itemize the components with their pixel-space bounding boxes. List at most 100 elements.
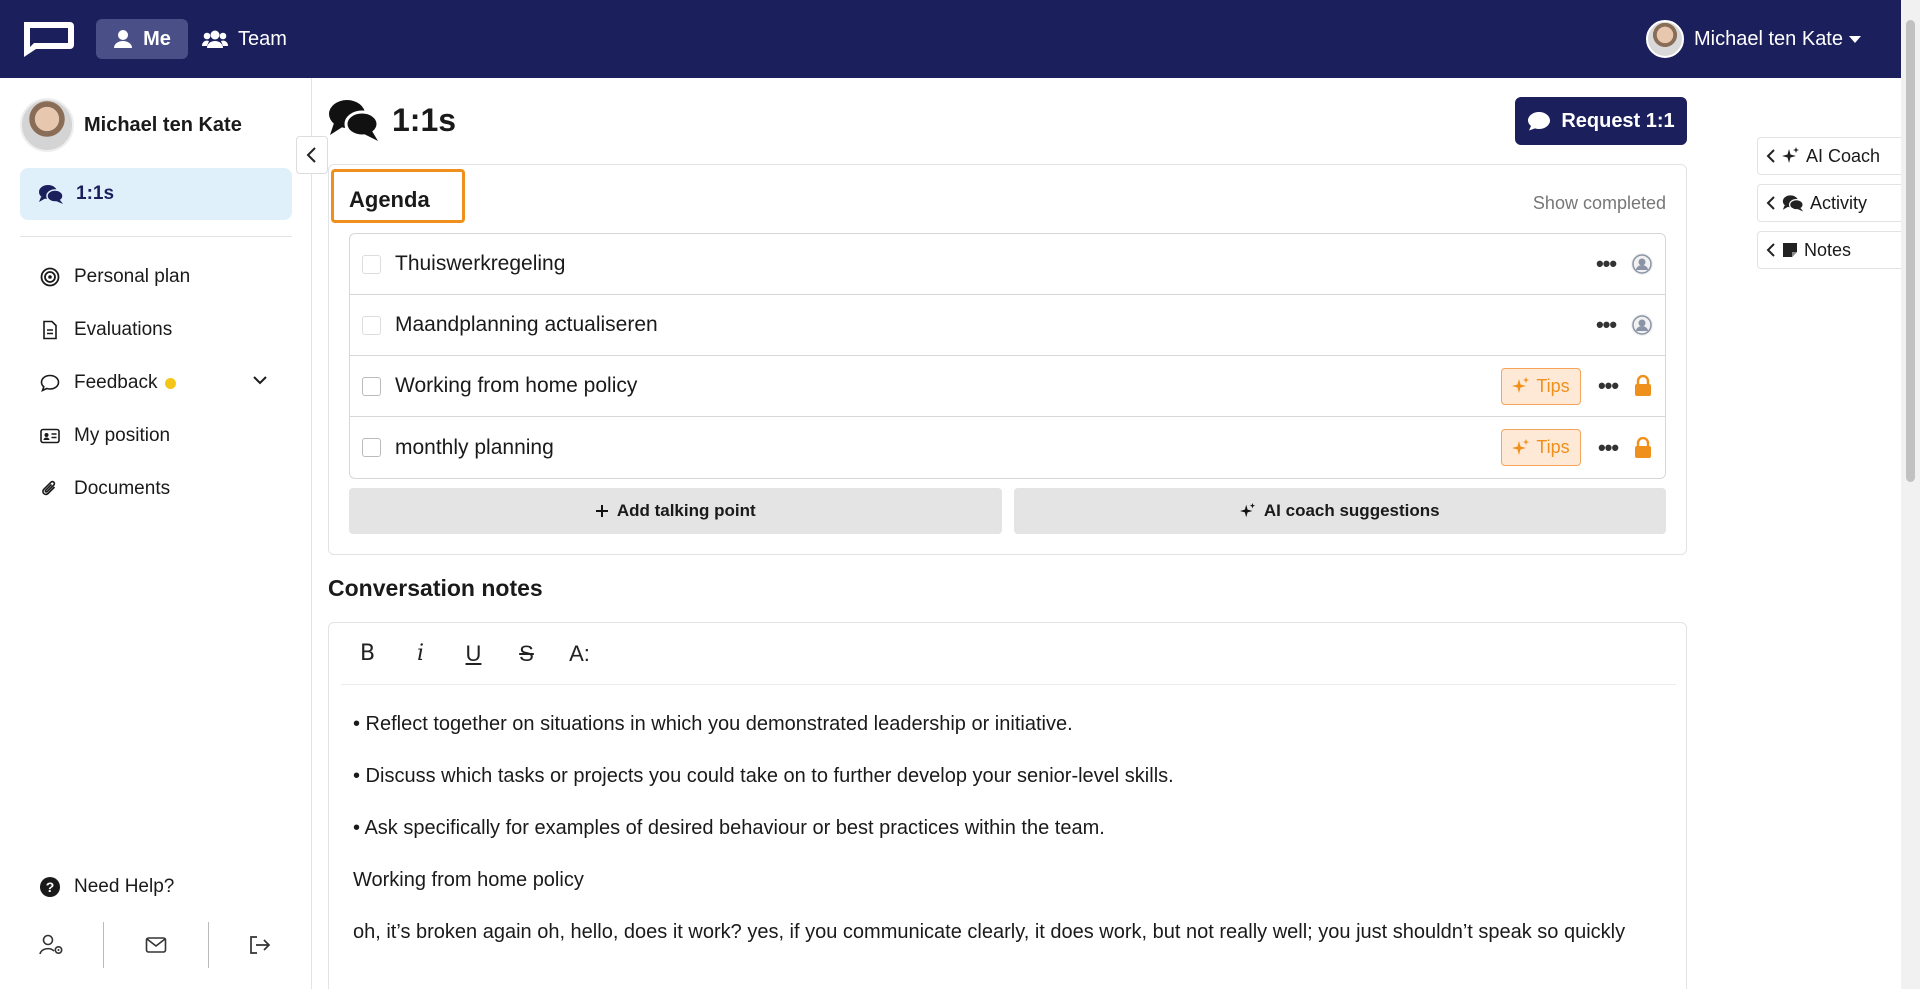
- more-options-icon[interactable]: •••: [1595, 436, 1621, 458]
- text-size-button[interactable]: A:: [553, 641, 606, 667]
- sidebar-item-personal-plan[interactable]: Personal plan: [40, 266, 190, 288]
- chevron-left-icon: [1766, 243, 1775, 257]
- more-options-icon[interactable]: •••: [1593, 314, 1619, 336]
- users-icon: [202, 30, 228, 48]
- underline-icon: U: [465, 640, 482, 666]
- sidebar-item-label: My position: [74, 425, 171, 446]
- agenda-card: Agenda Show completed Thuiswerkregeling …: [328, 164, 1687, 555]
- agenda-title: Agenda: [349, 187, 430, 212]
- lock-icon: [1635, 375, 1651, 396]
- agenda-item-label: Maandplanning actualiseren: [395, 313, 658, 336]
- chevron-down-icon[interactable]: [250, 370, 270, 390]
- note-paragraph: • Discuss which tasks or projects you co…: [353, 765, 1174, 787]
- agenda-item[interactable]: Working from home policy Tips •••: [350, 356, 1665, 417]
- page-scrollbar[interactable]: [1901, 0, 1920, 989]
- strikethrough-icon: S: [519, 640, 534, 666]
- logout-icon: [250, 936, 271, 954]
- note-paragraph: Working from home policy: [353, 869, 584, 891]
- request-1on1-button[interactable]: Request 1:1: [1515, 97, 1687, 145]
- text-size-icon: A:: [569, 640, 590, 666]
- agenda-item[interactable]: Thuiswerkregeling •••: [350, 234, 1665, 295]
- tips-label: Tips: [1536, 375, 1570, 396]
- avatar: [20, 98, 74, 152]
- sidebar-item-label: Feedback: [74, 372, 158, 393]
- page-header: 1:1s: [328, 98, 456, 142]
- ai-coach-suggestions-label: AI coach suggestions: [1263, 501, 1440, 520]
- editor-content[interactable]: • Reflect together on situations in whic…: [353, 711, 1663, 971]
- sidebar-item-1on1s[interactable]: 1:1s: [20, 168, 292, 220]
- tab-ai-coach[interactable]: AI Coach: [1757, 137, 1901, 175]
- sidebar-item-documents[interactable]: Documents: [40, 478, 170, 500]
- envelope-icon: [145, 937, 167, 953]
- tab-activity[interactable]: Activity: [1757, 184, 1901, 222]
- tips-button[interactable]: Tips: [1501, 429, 1581, 466]
- need-help-link[interactable]: ? Need Help?: [40, 876, 174, 898]
- sidebar-item-feedback[interactable]: Feedback: [40, 372, 177, 394]
- agenda-item-checkbox[interactable]: [362, 315, 381, 335]
- agenda-item-label: monthly planning: [395, 435, 554, 459]
- nav-me-tab[interactable]: Me: [96, 19, 188, 59]
- sidebar-item-label: 1:1s: [76, 183, 115, 204]
- avatar: [1646, 20, 1685, 58]
- ai-coach-suggestions-button[interactable]: AI coach suggestions: [1013, 488, 1666, 534]
- tab-label: Notes: [1804, 239, 1852, 260]
- agenda-item[interactable]: Maandplanning actualiseren •••: [350, 295, 1665, 356]
- tab-notes[interactable]: Notes: [1757, 231, 1901, 269]
- show-completed-link[interactable]: Show completed: [1533, 193, 1666, 214]
- sidebar-item-label: Evaluations: [74, 319, 173, 340]
- sparkles-icon: [1239, 503, 1256, 518]
- sparkles-icon: [1512, 438, 1530, 455]
- agenda-item-checkbox[interactable]: [362, 438, 381, 457]
- nav-team-tab[interactable]: Team: [202, 19, 287, 59]
- agenda-actions: Add talking point AI coach suggestions: [349, 488, 1666, 534]
- bold-icon: B: [359, 641, 376, 666]
- tab-label: Activity: [1810, 192, 1868, 213]
- target-icon: [40, 267, 60, 287]
- logout-button[interactable]: [209, 922, 312, 968]
- nav-me-label: Me: [143, 27, 171, 50]
- agenda-item[interactable]: monthly planning Tips •••: [350, 417, 1665, 478]
- conversation-notes-title: Conversation notes: [328, 575, 543, 601]
- sparkles-icon: [1782, 147, 1799, 163]
- add-talking-point-button[interactable]: Add talking point: [349, 488, 1002, 534]
- agenda-item-label: Thuiswerkregeling: [395, 252, 566, 275]
- app-logo-icon[interactable]: [18, 19, 76, 59]
- top-bar: Me Team Michael ten Kate: [0, 0, 1901, 78]
- chat-bubble-icon: [1528, 112, 1551, 131]
- strikethrough-button[interactable]: S: [500, 641, 553, 667]
- chevron-left-icon: [306, 147, 316, 163]
- editor-toolbar: B i U S A:: [341, 623, 1676, 685]
- more-options-icon[interactable]: •••: [1593, 253, 1619, 275]
- italic-button[interactable]: i: [394, 641, 447, 666]
- notes-editor[interactable]: B i U S A: • Reflect together on situati…: [328, 622, 1687, 989]
- sidebar-profile[interactable]: Michael ten Kate: [20, 98, 242, 152]
- user-menu[interactable]: Michael ten Kate: [1646, 14, 1861, 64]
- user-settings-button[interactable]: [0, 922, 105, 968]
- messages-button[interactable]: [104, 922, 209, 968]
- sidebar: Michael ten Kate 1:1s Personal plan Eval…: [0, 78, 312, 989]
- bold-button[interactable]: B: [341, 641, 394, 666]
- caret-down-icon: [1849, 35, 1861, 43]
- agenda-item-label: Working from home policy: [395, 374, 638, 397]
- collapse-sidebar-button[interactable]: [296, 136, 328, 174]
- agenda-item-checkbox[interactable]: [362, 376, 381, 396]
- user-gear-icon: [38, 934, 63, 955]
- sidebar-divider: [20, 236, 292, 237]
- sidebar-item-evaluations[interactable]: Evaluations: [40, 319, 172, 341]
- plus-icon: [595, 505, 608, 517]
- request-1on1-label: Request 1:1: [1561, 109, 1675, 132]
- underline-button[interactable]: U: [447, 641, 500, 667]
- note-paragraph: • Ask specifically for examples of desir…: [353, 817, 1105, 839]
- need-help-label: Need Help?: [74, 876, 175, 897]
- user-icon: [114, 30, 133, 48]
- chat-bubbles-icon: [39, 185, 64, 204]
- page-title: 1:1s: [392, 101, 457, 138]
- document-icon: [43, 320, 57, 340]
- scrollbar-thumb[interactable]: [1906, 20, 1915, 482]
- sidebar-item-my-position[interactable]: My position: [40, 425, 170, 447]
- more-options-icon[interactable]: •••: [1595, 375, 1621, 397]
- add-talking-point-label: Add talking point: [616, 501, 756, 520]
- tips-button[interactable]: Tips: [1501, 367, 1581, 405]
- agenda-item-checkbox[interactable]: [362, 254, 381, 274]
- note-paragraph: • Reflect together on situations in whic…: [353, 713, 1073, 735]
